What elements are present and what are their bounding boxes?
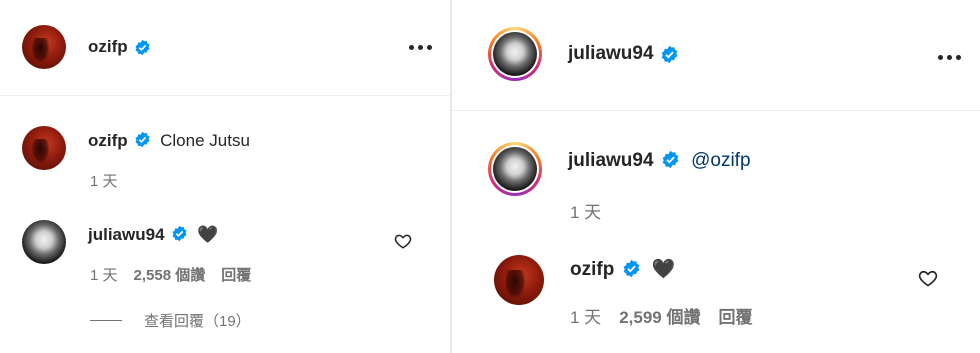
- post-header: ozifp: [22, 25, 151, 69]
- verified-badge-icon: [135, 131, 150, 148]
- verified-badge-icon: [662, 150, 679, 169]
- header-username[interactable]: juliawu94: [568, 43, 654, 65]
- caption-meta: 1 天: [570, 198, 601, 223]
- caption-text: Clone Jutsu: [160, 130, 250, 150]
- verified-badge-icon: [661, 45, 677, 63]
- caption-time[interactable]: 1 天: [90, 170, 118, 191]
- avatar[interactable]: [22, 126, 66, 170]
- comment-time[interactable]: 1 天: [570, 303, 601, 328]
- avatar[interactable]: [22, 25, 66, 69]
- caption-meta: 1 天: [90, 170, 118, 191]
- mention-link[interactable]: @ozifp: [691, 150, 750, 171]
- verified-badge-icon: [135, 39, 150, 55]
- comment-meta: 1 天 2,558 個讚 回覆: [90, 264, 251, 285]
- comment-emoji: 🖤: [651, 259, 676, 280]
- comment-likes[interactable]: 2,558 個讚: [134, 264, 206, 285]
- comment-username[interactable]: juliawu94: [88, 225, 165, 244]
- view-replies-button[interactable]: 查看回覆（19）: [90, 310, 251, 331]
- caption-time[interactable]: 1 天: [570, 198, 601, 223]
- right-post-panel: juliawu94 juliawu94 @ozifp 1 天 ozifp 🖤 1…: [452, 0, 980, 353]
- caption-row: ozifp Clone Jutsu: [22, 126, 250, 170]
- left-post-panel: ozifp ozifp Clone Jutsu 1 天 juliawu94 🖤 …: [0, 0, 450, 353]
- header-username[interactable]: ozifp: [88, 37, 128, 57]
- avatar[interactable]: [22, 220, 66, 264]
- like-heart-icon[interactable]: [918, 268, 938, 288]
- more-options-icon[interactable]: [409, 45, 432, 50]
- comment-meta: 1 天 2,599 個讚 回覆: [570, 303, 752, 328]
- story-ring[interactable]: [488, 27, 542, 81]
- reply-button[interactable]: 回覆: [718, 303, 752, 328]
- comment-likes[interactable]: 2,599 個讚: [619, 303, 700, 328]
- comment-emoji: 🖤: [197, 224, 219, 244]
- comment-username[interactable]: ozifp: [570, 259, 614, 280]
- view-replies-line: [90, 320, 122, 321]
- view-replies-label: 查看回覆（19）: [144, 313, 251, 330]
- divider: [0, 95, 450, 96]
- caption-username[interactable]: juliawu94: [568, 150, 654, 171]
- verified-badge-icon: [172, 225, 187, 242]
- more-options-icon[interactable]: [938, 55, 961, 60]
- divider: [452, 110, 980, 111]
- verified-badge-icon: [623, 259, 639, 278]
- story-ring[interactable]: [488, 142, 542, 196]
- comment-time[interactable]: 1 天: [90, 264, 118, 285]
- caption-row: juliawu94 @ozifp: [488, 142, 751, 196]
- like-heart-icon[interactable]: [394, 232, 412, 250]
- comment-row: juliawu94 🖤: [22, 220, 218, 264]
- avatar: [493, 32, 537, 76]
- avatar: [493, 147, 537, 191]
- caption-username[interactable]: ozifp: [88, 131, 128, 150]
- comment-row: ozifp 🖤: [494, 255, 676, 305]
- post-header: juliawu94: [488, 27, 679, 81]
- avatar[interactable]: [494, 255, 544, 305]
- reply-button[interactable]: 回覆: [221, 264, 251, 285]
